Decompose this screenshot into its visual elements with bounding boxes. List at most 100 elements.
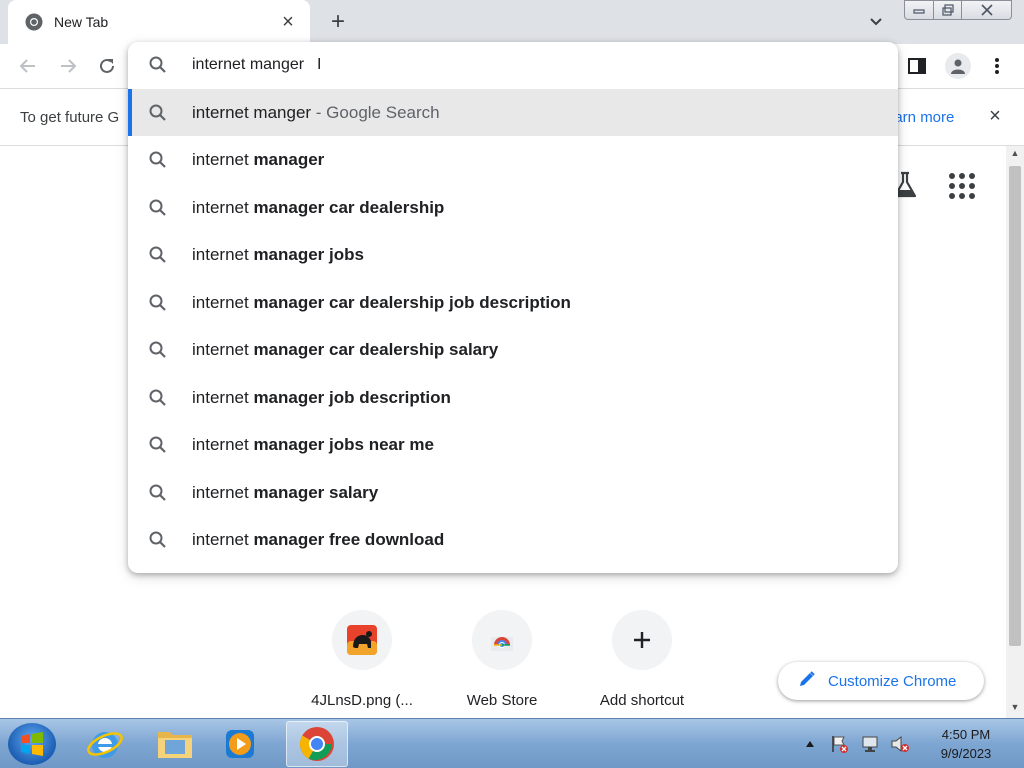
pencil-icon	[798, 670, 816, 693]
shortcut-label: 4JLnsD.png (...	[311, 692, 413, 709]
suggestion-completion-text: manager salary	[253, 482, 379, 502]
suggestion-text: internet manger - Google Search	[192, 103, 440, 123]
omnibox-suggestion[interactable]: internet manager job description	[128, 374, 898, 421]
search-icon	[148, 150, 168, 170]
reload-icon[interactable]	[93, 52, 121, 80]
suggestion-typed-text: internet	[192, 482, 254, 502]
chrome-web-store-icon	[472, 610, 532, 670]
omnibox-input-row[interactable]: internet manger I	[128, 42, 898, 88]
omnibox-suggestion[interactable]: internet manager car dealership salary	[128, 327, 898, 374]
search-icon	[148, 530, 168, 550]
file-explorer-icon[interactable]	[144, 721, 206, 767]
kebab-menu-icon[interactable]	[983, 52, 1011, 80]
suggestion-typed-text: internet	[192, 150, 254, 169]
volume-muted-icon[interactable]	[890, 734, 910, 754]
search-icon	[148, 435, 168, 455]
suggestion-typed-text: internet manger	[192, 102, 312, 122]
search-icon	[148, 340, 168, 360]
suggestion-text: internet manager car dealership salary	[192, 340, 498, 360]
suggestion-text: internet manager jobs near me	[192, 435, 434, 455]
search-icon	[148, 245, 168, 265]
minimize-icon[interactable]	[904, 0, 934, 20]
suggestion-typed-text: internet	[192, 292, 254, 312]
windows-taskbar: 4:50 PM 9/9/2023	[0, 718, 1024, 768]
profile-avatar-icon[interactable]	[944, 52, 972, 80]
suggestion-text: internet manager free download	[192, 530, 444, 550]
action-center-flag-icon[interactable]	[830, 734, 850, 754]
system-clock[interactable]: 4:50 PM 9/9/2023	[926, 725, 1006, 763]
media-player-icon[interactable]	[209, 721, 271, 767]
suggestion-completion-text: manager car dealership salary	[253, 340, 499, 359]
omnibox-suggestion[interactable]: internet manager car dealership	[128, 184, 898, 231]
tab-strip: New Tab × +	[0, 0, 1024, 44]
suggestion-text: internet manager jobs	[192, 245, 364, 265]
page-scrollbar[interactable]: ▲ ▼	[1006, 146, 1024, 718]
windows-start-button[interactable]	[8, 723, 56, 765]
customize-chrome-button[interactable]: Customize Chrome	[778, 662, 984, 700]
clock-date: 9/9/2023	[940, 746, 992, 761]
suggestion-typed-text: internet	[192, 530, 254, 549]
close-window-icon[interactable]	[962, 0, 1012, 20]
omnibox-suggestion[interactable]: internet manager free download	[128, 517, 898, 564]
back-arrow-icon[interactable]	[14, 52, 42, 80]
suggestion-text: internet manager job description	[192, 388, 451, 408]
search-icon	[148, 55, 168, 75]
suggestion-text: internet manager salary	[192, 483, 378, 503]
google-apps-grid-icon[interactable]	[948, 172, 976, 200]
clock-time: 4:50 PM	[941, 727, 991, 742]
tab-new-tab[interactable]: New Tab ×	[8, 0, 310, 44]
close-icon[interactable]: ×	[984, 105, 1006, 127]
show-hidden-icons-arrow-icon[interactable]	[800, 734, 820, 754]
suggestion-text: internet manager car dealership job desc…	[192, 293, 571, 313]
customize-chrome-label: Customize Chrome	[828, 672, 957, 690]
forward-arrow-icon[interactable]	[54, 52, 82, 80]
close-tab-icon[interactable]: ×	[278, 11, 298, 33]
restore-icon[interactable]	[934, 0, 962, 20]
omnibox-suggestion[interactable]: internet manager	[128, 137, 898, 184]
omnibox-suggestion[interactable]: internet manger - Google Search	[128, 89, 898, 136]
scroll-thumb[interactable]	[1009, 166, 1021, 646]
chrome-icon[interactable]	[286, 721, 348, 767]
suggestion-completion-text: manager car dealership	[253, 197, 445, 217]
omnibox-suggestion[interactable]: internet manager jobs near me	[128, 422, 898, 469]
suggestion-text: internet manager car dealership	[192, 198, 444, 218]
suggestion-typed-text: internet	[192, 435, 254, 454]
omnibox-suggestion[interactable]: internet manager jobs	[128, 232, 898, 279]
suggestion-typed-text: internet	[192, 340, 254, 359]
info-bar-text: To get future G	[20, 109, 120, 126]
shortcut-tile-2[interactable]: Web Store	[437, 610, 567, 709]
internet-explorer-icon[interactable]	[74, 721, 136, 767]
suggestion-completion-text: manager jobs near me	[253, 435, 434, 454]
search-icon	[148, 198, 168, 218]
suggestion-completion-text: manager job description	[253, 387, 451, 407]
scroll-up-arrow-icon[interactable]: ▲	[1006, 148, 1024, 162]
side-panel-icon[interactable]	[903, 52, 931, 80]
omnibox-suggestion[interactable]: internet manager car dealership job desc…	[128, 279, 898, 326]
suggestion-typed-text: internet	[192, 387, 254, 407]
chrome-icon	[24, 12, 44, 32]
suggestion-typed-text: internet	[192, 245, 254, 264]
shortcut-label: Web Store	[466, 692, 538, 709]
add-shortcut-tile[interactable]: Add shortcut	[577, 610, 707, 709]
search-icon	[148, 293, 168, 313]
plus-icon	[612, 610, 672, 670]
new-tab-button[interactable]: +	[324, 8, 352, 36]
monkey-logo-icon	[332, 610, 392, 670]
suggestion-completion-text: manager	[253, 150, 325, 169]
suggestion-completion-text: manager car dealership job description	[253, 292, 571, 312]
scroll-down-arrow-icon[interactable]: ▼	[1006, 702, 1024, 716]
search-icon	[148, 483, 168, 503]
suggestion-source-text: - Google Search	[311, 102, 440, 122]
suggestion-text: internet manager	[192, 150, 324, 170]
omnibox-input[interactable]: internet manger	[192, 56, 304, 74]
suggestion-typed-text: internet	[192, 197, 254, 217]
shortcut-tile-1[interactable]: 4JLnsD.png (...	[297, 610, 427, 709]
network-icon[interactable]	[860, 734, 880, 754]
tab-search-chevron-icon[interactable]	[864, 10, 888, 34]
search-icon	[148, 103, 168, 123]
text-cursor-icon: I	[317, 56, 322, 73]
suggestion-completion-text: manager jobs	[253, 245, 364, 264]
omnibox-dropdown: internet manger I internet manger - Goog…	[128, 42, 898, 573]
search-icon	[148, 388, 168, 408]
omnibox-suggestion[interactable]: internet manager salary	[128, 469, 898, 516]
